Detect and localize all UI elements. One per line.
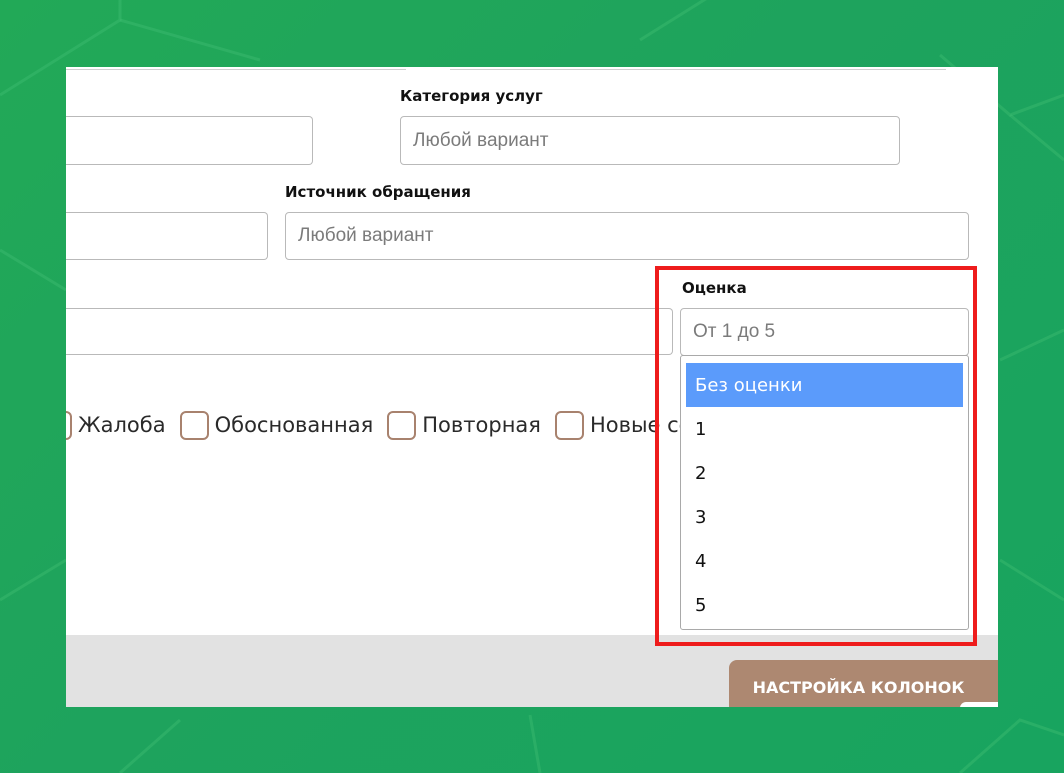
request-source-placeholder: Любой вариант (298, 225, 434, 246)
request-source-label: Источник обращения (285, 183, 471, 201)
clipped-field-row1[interactable] (66, 116, 313, 165)
service-category-label: Категория услуг (400, 87, 543, 105)
checkbox-row: Жалоба Обоснованная Повторная Новые со (66, 409, 706, 441)
service-category-select[interactable]: Любой вариант (400, 116, 900, 165)
toolbar-corner-tab (960, 702, 998, 707)
checkbox-justified-label: Обоснованная (214, 413, 374, 437)
column-settings-button-label: НАСТРОЙКА КОЛОНОК (752, 677, 965, 697)
checkbox-repeat-label: Повторная (422, 413, 541, 437)
highlight-annotation-box (655, 266, 977, 646)
checkbox-complaint-label: Жалоба (78, 413, 166, 437)
request-source-select[interactable]: Любой вариант (285, 212, 969, 260)
top-field-remnant-left (66, 67, 406, 70)
column-settings-button[interactable]: НАСТРОЙКА КОЛОНОК (729, 660, 998, 707)
clipped-field-row2[interactable] (66, 212, 268, 260)
top-field-remnant-right (450, 67, 946, 70)
checkbox-repeat[interactable] (387, 410, 417, 440)
clipped-field-row3[interactable] (66, 308, 673, 355)
checkbox-complaint[interactable] (66, 410, 72, 440)
service-category-placeholder: Любой вариант (413, 129, 549, 151)
checkbox-justified[interactable] (179, 410, 209, 440)
checkbox-new[interactable] (554, 410, 584, 440)
